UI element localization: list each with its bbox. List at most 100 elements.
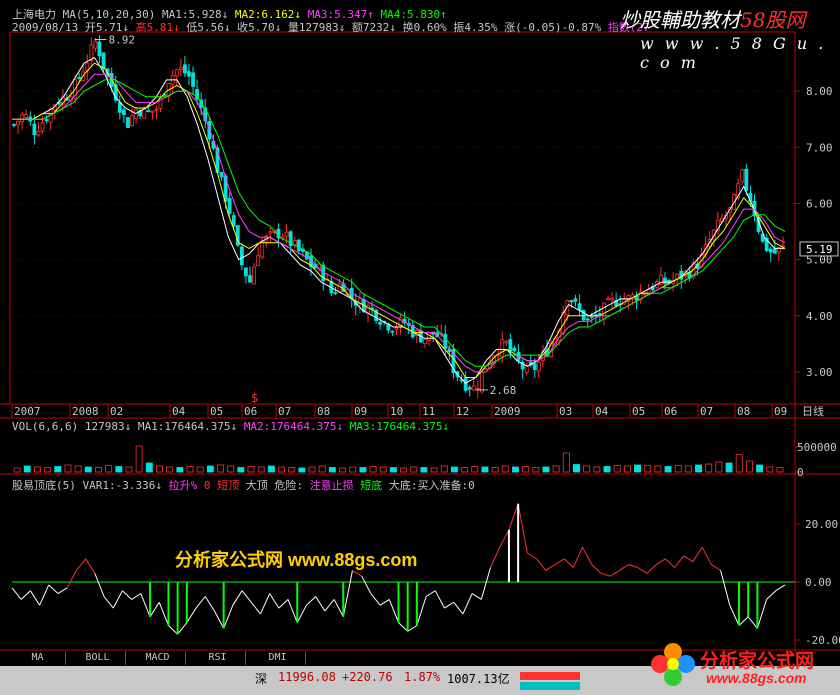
ind-item-0: 股易顶底(5): [12, 479, 83, 492]
volume-bar: [115, 466, 123, 473]
indicator-segment: [711, 564, 721, 571]
ind-item-2: 拉升%: [168, 479, 204, 492]
indicator-segment: [490, 546, 501, 568]
date-tick-label: 2007: [14, 405, 41, 418]
vol-item-0: VOL(6,6,6): [12, 420, 85, 433]
date-tick-label: 11: [422, 405, 435, 418]
volume-bar: [74, 465, 82, 473]
indicator-segment: [214, 610, 225, 629]
volume-bar: [166, 466, 174, 473]
candle-body: [239, 246, 244, 266]
indicator-segment: [582, 546, 593, 565]
candle-body: [252, 266, 256, 285]
vol-item-2: MA1:176464.375↓: [137, 420, 244, 433]
volume-bar: [237, 467, 245, 473]
price-panel-frame: [9, 31, 796, 405]
tab-ma[interactable]: MA: [10, 651, 66, 665]
candle-body: [134, 109, 138, 120]
candle-body: [146, 110, 151, 113]
indicator-segment: [775, 584, 786, 592]
indicator-segment: [747, 616, 758, 629]
volume-bar: [552, 465, 560, 473]
indicator-segment: [462, 593, 473, 615]
status-pct: 1.87%: [404, 670, 441, 684]
date-tick-label: 03: [559, 405, 572, 418]
candle-body: [121, 109, 126, 115]
indicator-segment: [701, 546, 712, 565]
stock-chart-window: 8.92 2.68 8.00 7.00 6.00 5.00 4.00 3.00 5.19 20…: [0, 0, 840, 695]
indicator-segment: [168, 625, 178, 635]
indicator-segment: [508, 503, 519, 530]
vol-tick-label: 500000: [797, 441, 837, 454]
volume-bar: [349, 466, 357, 473]
candle-body: [284, 231, 289, 237]
indicator-segment: [76, 558, 87, 571]
indicator-segment: [756, 599, 768, 629]
indicator-segment: [637, 567, 648, 574]
date-tick-label: 09: [774, 405, 787, 418]
volume-bar: [613, 465, 621, 473]
candle-body: [394, 327, 399, 331]
volume-bar: [328, 467, 336, 473]
volume-bar: [512, 466, 519, 473]
volume-bar: [23, 465, 31, 473]
indicator-segment: [729, 604, 740, 626]
candle-body: [256, 255, 261, 267]
indicator-segment: [646, 564, 657, 574]
tab-rsi[interactable]: RSI: [190, 651, 246, 665]
indicator-segment: [20, 590, 31, 600]
volume-bar: [54, 466, 62, 473]
indicator-segment: [692, 546, 703, 562]
candle-body: [378, 321, 383, 325]
volume-bar: [400, 467, 408, 473]
volume-bar: [715, 461, 723, 473]
indicator-segment: [85, 558, 96, 574]
volume-bar: [298, 467, 306, 473]
price-grid: [12, 90, 795, 373]
volume-bar: [206, 465, 214, 473]
candle-body: [484, 368, 488, 371]
date-tick-label: 07: [278, 405, 291, 418]
quote-item-7: 换0.60%: [402, 21, 454, 34]
volume-bar: [471, 466, 479, 473]
volume-bar: [135, 445, 143, 473]
ind-item-8: 短底: [360, 479, 389, 492]
ind-item-4: 短顶: [217, 479, 246, 492]
vol-item-3: MA2:176464.375↓: [243, 420, 350, 433]
volume-bar: [84, 466, 92, 473]
volume-bar: [186, 466, 194, 473]
date-tick-label: 04: [595, 405, 609, 418]
indicator-segment: [315, 596, 326, 612]
volume-bar: [64, 464, 72, 473]
volume-bar: [695, 464, 702, 473]
date-tick-label: 12: [456, 405, 469, 418]
status-index: 11996.08: [278, 670, 336, 684]
ind-item-5: 大顶: [245, 479, 275, 492]
quote-item-5: 量127983↓: [287, 21, 352, 34]
volume-bar: [288, 467, 296, 473]
volume-bar: [318, 465, 326, 473]
candle-body: [32, 123, 37, 136]
tab-boll[interactable]: BOLL: [70, 651, 126, 665]
indicator-segment: [296, 604, 307, 623]
candle-body: [227, 198, 232, 214]
indicator-axis-ticks: 20.000.00-20.00: [795, 518, 840, 647]
price-header-row2: 2009/08/13 开5.71↓ 高5.81↓ 低5.56↓ 收5.70↓ 量…: [12, 22, 650, 34]
candle-body: [40, 122, 45, 132]
candle-body: [44, 119, 49, 122]
price-axis-ticks: 8.007.006.005.004.003.005.19: [795, 85, 839, 379]
ind-item-3: 0: [203, 479, 218, 492]
indicator-segment: [333, 599, 344, 618]
candle-body: [463, 377, 468, 391]
indicator-segment: [720, 570, 731, 606]
indicator-segment: [453, 601, 464, 615]
price-tick-label: 3.00: [806, 366, 833, 379]
candle-body: [443, 333, 448, 349]
indicator-segment: [11, 587, 22, 600]
volume-bar: [756, 464, 764, 473]
tab-macd[interactable]: MACD: [130, 651, 186, 665]
tab-dmi[interactable]: DMI: [250, 651, 306, 665]
candle-body: [536, 361, 541, 372]
candle-body: [174, 69, 179, 77]
indicator-segment: [269, 593, 280, 609]
